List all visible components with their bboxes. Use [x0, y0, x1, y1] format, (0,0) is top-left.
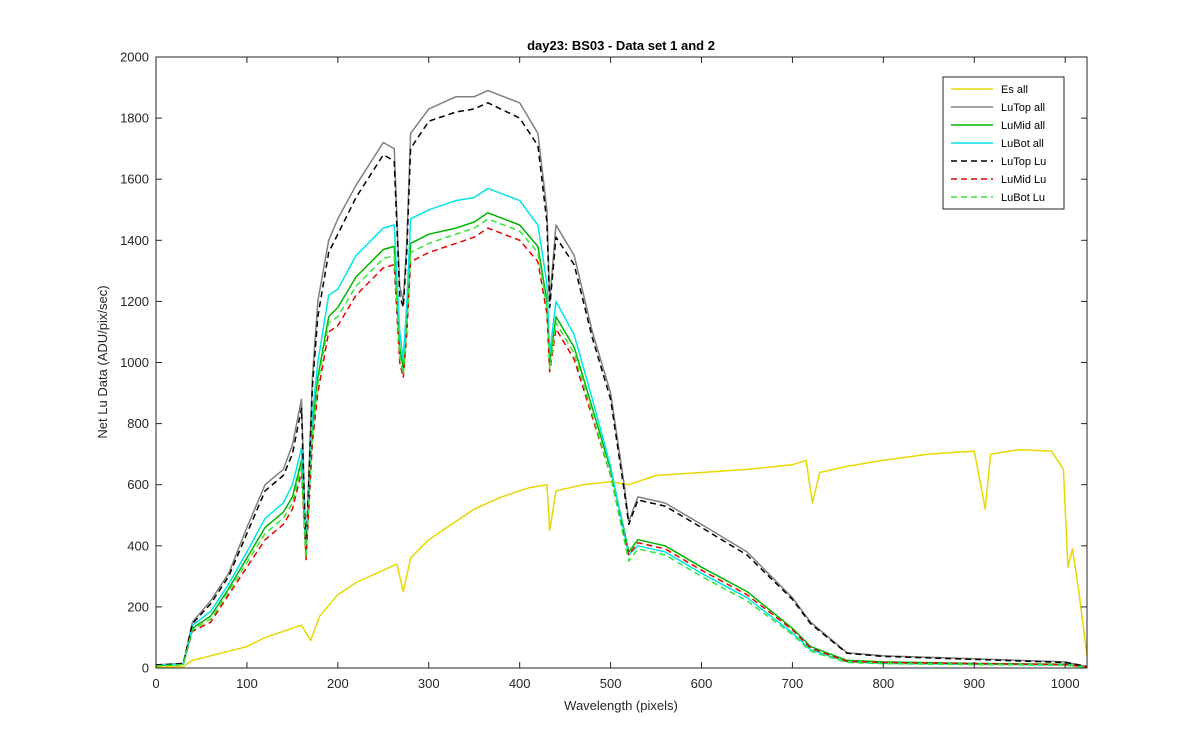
y-tick-label: 1200: [120, 294, 149, 309]
chart-title: day23: BS03 - Data set 1 and 2: [527, 38, 715, 53]
legend: Es all LuTop all LuMid all LuBot all LuTop L…: [942, 76, 1065, 210]
x-tick-label: 300: [418, 676, 440, 691]
x-tick-label: 700: [782, 676, 804, 691]
legend-label: LuTop Lu: [1001, 156, 1046, 168]
series-line-7: [156, 218, 1087, 668]
series-line-6: [156, 227, 1087, 668]
y-tick-label: 1400: [120, 233, 149, 248]
y-tick-label: 600: [127, 477, 149, 492]
y-tick-label: 0: [142, 661, 149, 676]
legend-label: LuTop all: [1001, 102, 1045, 114]
x-tick-label: 0: [152, 676, 159, 691]
y-tick-label: 1800: [120, 111, 149, 126]
x-axis-title: Wavelength (pixels): [564, 698, 678, 713]
y-tick-label: 400: [127, 538, 149, 553]
legend-label: LuBot all: [1001, 138, 1044, 150]
legend-label: Es all: [1001, 84, 1028, 96]
legend-label: LuBot Lu: [1001, 192, 1045, 204]
x-tick-label: 900: [963, 676, 985, 691]
x-tick-label: 100: [236, 676, 258, 691]
y-tick-label: 800: [127, 416, 149, 431]
legend-label: LuMid Lu: [1001, 174, 1046, 186]
legend-label: LuMid all: [1001, 120, 1045, 132]
x-tick-label: 400: [509, 676, 531, 691]
x-tick-label: 1000: [1051, 676, 1080, 691]
y-tick-label: 1600: [120, 172, 149, 187]
x-tick-label: 600: [691, 676, 713, 691]
x-tick-label: 200: [327, 676, 349, 691]
y-axis-title: Net Lu Data (ADU/pix/sec): [95, 285, 110, 438]
line-chart: day23: BS03 - Data set 1 and 2 0 100 200 30…: [95, 38, 1088, 713]
y-tick-label: 2000: [120, 50, 149, 65]
y-tick-label: 1000: [120, 355, 149, 370]
x-tick-label: 500: [600, 676, 622, 691]
x-tick-label: 800: [872, 676, 894, 691]
y-tick-label: 200: [127, 599, 149, 614]
